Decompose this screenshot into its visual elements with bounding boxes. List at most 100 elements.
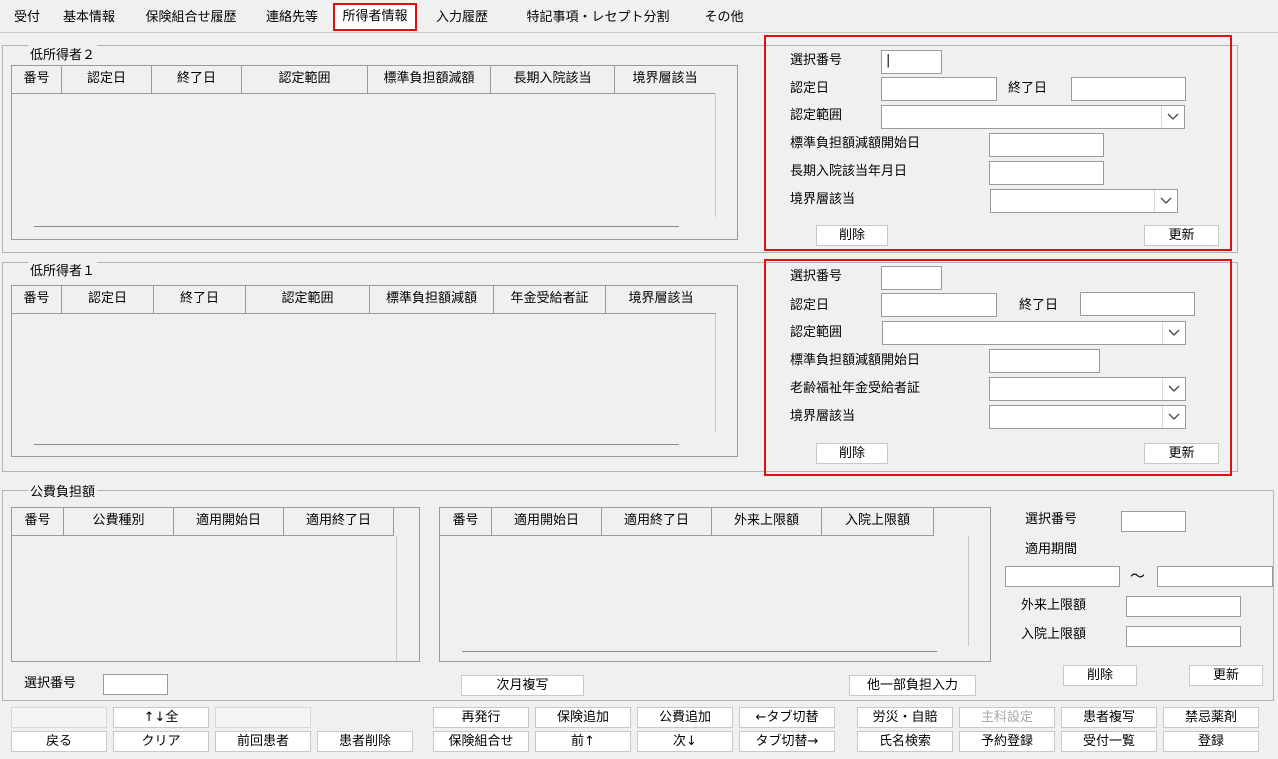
low-income-2-table[interactable]: 番号 認定日 終了日 認定範囲 標準負担額減額 長期入院該当 境界層該当 (11, 65, 738, 240)
end-date-input[interactable] (1080, 292, 1195, 316)
empty-function-button[interactable] (11, 707, 107, 728)
cert-range-select[interactable] (881, 105, 1185, 129)
std-reduction-start-input[interactable] (989, 349, 1100, 373)
outpatient-limit-input[interactable] (1126, 596, 1241, 617)
tab-insurance-history[interactable]: 保険組合せ履歴 (130, 4, 252, 32)
public-add-button[interactable]: 公費追加 (637, 707, 733, 728)
rousai-button[interactable]: 労災・自賠 (857, 707, 953, 728)
column-header[interactable]: 境界層該当 (606, 286, 716, 313)
chevron-down-icon[interactable] (1162, 378, 1185, 400)
chevron-down-icon[interactable] (1162, 406, 1185, 428)
tab-reception[interactable]: 受付 (6, 4, 48, 32)
chevron-down-icon[interactable] (1154, 190, 1177, 212)
column-header[interactable]: 外来上限額 (712, 508, 822, 535)
column-header[interactable]: 認定日 (62, 286, 154, 313)
column-header[interactable]: 認定範囲 (246, 286, 370, 313)
inpatient-limit-input[interactable] (1126, 626, 1241, 647)
update-button[interactable]: 更新 (1144, 225, 1219, 246)
chevron-down-icon[interactable] (1162, 322, 1185, 344)
delete-button[interactable]: 削除 (816, 225, 888, 246)
column-header[interactable]: 標準負担額減額 (370, 286, 494, 313)
tab-basic-info[interactable]: 基本情報 (50, 4, 128, 32)
column-header[interactable]: 認定範囲 (242, 66, 368, 93)
reissue-button[interactable]: 再発行 (433, 707, 529, 728)
table-edge (715, 314, 716, 432)
horizontal-scrollbar[interactable] (34, 444, 679, 445)
up-down-all-button[interactable]: ↑↓全 (113, 707, 209, 728)
reception-list-button[interactable]: 受付一覧 (1061, 731, 1157, 752)
column-header[interactable]: 長期入院該当 (491, 66, 615, 93)
column-header[interactable]: 適用開始日 (174, 508, 284, 535)
column-header[interactable]: 終了日 (154, 286, 246, 313)
bottom-select-number-input[interactable] (103, 674, 168, 695)
boundary-select[interactable] (989, 405, 1186, 429)
insurance-add-button[interactable]: 保険追加 (535, 707, 631, 728)
low-income-2-title: 低所得者２ (28, 44, 98, 63)
back-button[interactable]: 戻る (11, 731, 107, 752)
reservation-button[interactable]: 予約登録 (959, 731, 1055, 752)
column-header[interactable]: 適用終了日 (284, 508, 394, 535)
next-button[interactable]: 次↓ (637, 731, 733, 752)
select-number-input[interactable] (1121, 511, 1186, 532)
low-income-1-table[interactable]: 番号 認定日 終了日 認定範囲 標準負担額減額 年金受給者証 境界層該当 (11, 285, 738, 457)
update-button[interactable]: 更新 (1189, 665, 1263, 686)
chevron-down-icon[interactable] (1161, 106, 1184, 128)
column-header[interactable]: 適用終了日 (602, 508, 712, 535)
previous-patient-button[interactable]: 前回患者 (215, 731, 311, 752)
std-reduction-start-input[interactable] (989, 133, 1104, 157)
clear-button[interactable]: クリア (113, 731, 209, 752)
horizontal-scrollbar[interactable] (34, 226, 679, 227)
select-number-input[interactable] (881, 266, 942, 290)
cert-date-input[interactable] (881, 77, 997, 101)
horizontal-scrollbar[interactable] (462, 651, 937, 652)
column-header[interactable]: 終了日 (152, 66, 242, 93)
cert-date-input[interactable] (881, 293, 997, 317)
column-header[interactable]: 認定日 (62, 66, 152, 93)
contraindication-button[interactable]: 禁忌薬剤 (1163, 707, 1259, 728)
column-header[interactable]: 境界層該当 (615, 66, 715, 93)
cert-range-select[interactable] (882, 321, 1186, 345)
tab-switch-right-button[interactable]: タブ切替→ (739, 731, 835, 752)
tab-income-info[interactable]: 所得者情報 (333, 3, 417, 31)
tab-contact[interactable]: 連絡先等 (254, 4, 330, 32)
public-burden-title: 公費負担額 (28, 481, 98, 500)
period-start-input[interactable] (1005, 566, 1120, 587)
column-header[interactable]: 年金受給者証 (494, 286, 606, 313)
delete-button[interactable]: 削除 (1063, 665, 1137, 686)
table-edge (968, 536, 969, 646)
column-header[interactable]: 番号 (12, 508, 64, 535)
delete-button[interactable]: 削除 (816, 443, 888, 464)
register-button[interactable]: 登録 (1163, 731, 1259, 752)
next-month-copy-button[interactable]: 次月複写 (461, 675, 584, 696)
column-header[interactable]: 番号 (12, 286, 62, 313)
tab-special-notes[interactable]: 特記事項・レセプト分割 (503, 4, 693, 32)
column-header[interactable]: 入院上限額 (822, 508, 934, 535)
delete-patient-button[interactable]: 患者削除 (317, 731, 413, 752)
column-header[interactable]: 公費種別 (64, 508, 174, 535)
cert-date-label: 認定日 (790, 298, 830, 313)
column-header[interactable]: 番号 (440, 508, 492, 535)
main-dept-button[interactable]: 主科設定 (959, 707, 1055, 728)
tab-other[interactable]: その他 (695, 4, 753, 32)
prev-button[interactable]: 前↑ (535, 731, 631, 752)
end-date-input[interactable] (1071, 77, 1186, 101)
empty-function-button[interactable] (215, 707, 311, 728)
public-burden-right-table[interactable]: 番号 適用開始日 適用終了日 外来上限額 入院上限額 (439, 507, 991, 662)
column-header[interactable]: 標準負担額減額 (368, 66, 491, 93)
boundary-select[interactable] (990, 189, 1178, 213)
other-partial-burden-button[interactable]: 他一部負担入力 (849, 675, 976, 696)
column-header[interactable]: 番号 (12, 66, 62, 93)
select-number-input[interactable]: | (881, 50, 942, 74)
tab-input-history[interactable]: 入力履歴 (423, 4, 501, 32)
long-stay-date-input[interactable] (989, 161, 1104, 185)
column-header[interactable]: 適用開始日 (492, 508, 602, 535)
patient-copy-button[interactable]: 患者複写 (1061, 707, 1157, 728)
public-burden-left-table[interactable]: 番号 公費種別 適用開始日 適用終了日 (11, 507, 420, 662)
update-button[interactable]: 更新 (1144, 443, 1219, 464)
tab-switch-left-button[interactable]: ←タブ切替 (739, 707, 835, 728)
insurance-combo-button[interactable]: 保険組合せ (433, 731, 529, 752)
name-search-button[interactable]: 氏名検索 (857, 731, 953, 752)
pension-select[interactable] (989, 377, 1186, 401)
outpatient-limit-label: 外来上限額 (1021, 598, 1087, 613)
period-end-input[interactable] (1157, 566, 1273, 587)
